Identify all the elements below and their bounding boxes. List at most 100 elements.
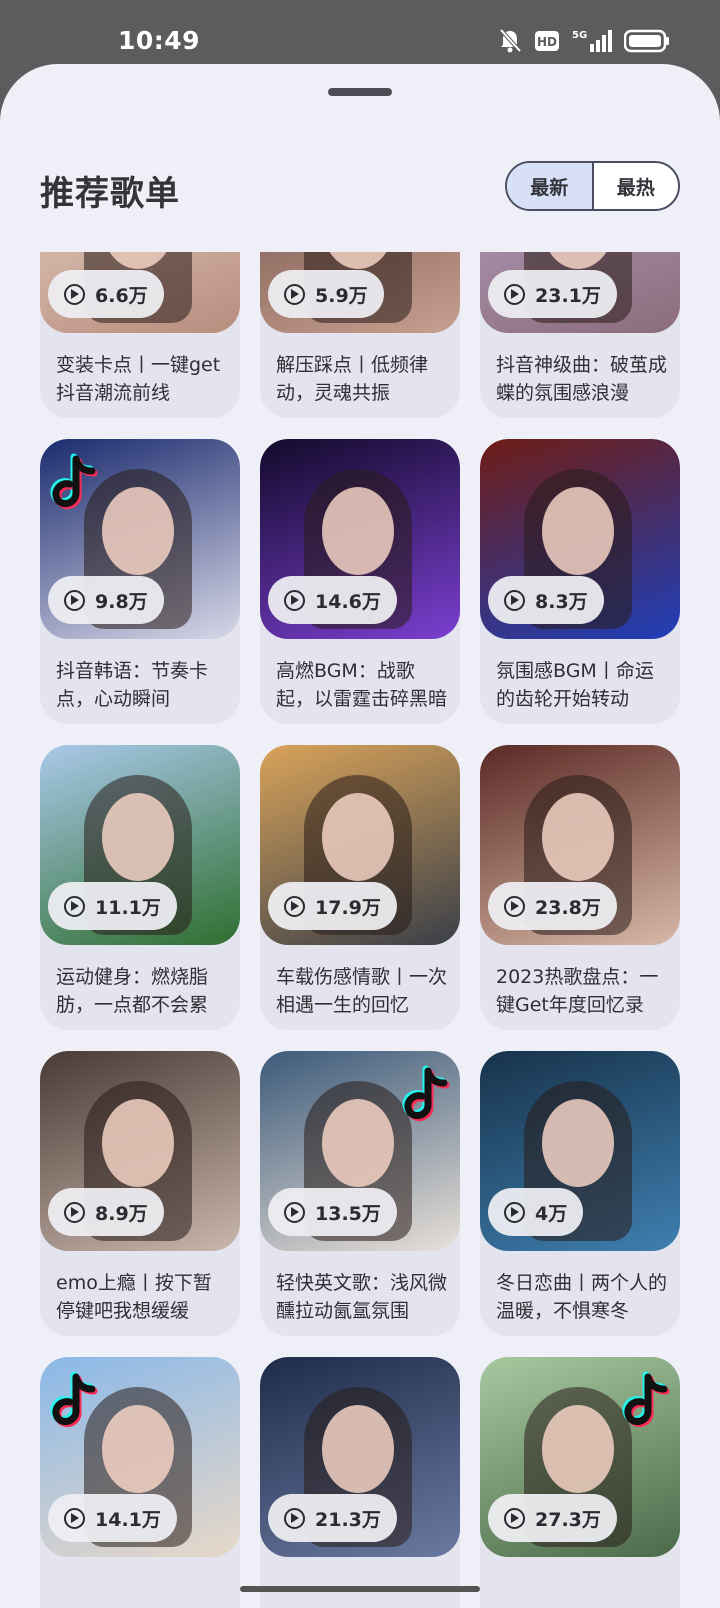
playlist-cover-image: 8.9万 [40,1051,240,1251]
playlist-card[interactable]: 17.9万车载伤感情歌丨一次相遇一生的回忆 [260,745,460,1030]
play-count-badge[interactable]: 23.8万 [488,882,617,930]
cover-face [102,1405,174,1493]
play-circle-icon [284,1507,305,1529]
bell-off-icon [499,28,522,53]
cover-face [542,793,614,881]
playlist-cover-image: 8.3万 [480,439,680,639]
cover-face [542,1405,614,1493]
playlist-cover-image: 11.1万 [40,745,240,945]
playlist-title: 抖音神级曲：破茧成蝶的氛围感浪漫 [496,354,668,404]
playlist-card[interactable]: 4万冬日恋曲丨两个人的温暖，不惧寒冬 [480,1051,680,1336]
play-circle-icon [504,283,525,305]
sort-option-hottest[interactable]: 最热 [594,163,679,209]
playlist-grid[interactable]: 6.6万 变装卡点丨一键get抖音潮流前线 5.9万 解压踩点丨低频律动，灵魂共振 23… [0,252,720,1608]
play-count-badge[interactable]: 21.3万 [268,1494,397,1542]
tiktok-logo-icon [50,1371,98,1427]
play-count: 8.9万 [95,1202,148,1225]
play-count-badge[interactable]: 27.3万 [488,1494,617,1542]
play-circle-icon [64,589,85,611]
playlist-cover-image: 23.8万 [480,745,680,945]
play-count-badge[interactable]: 13.5万 [268,1188,397,1236]
play-count-badge[interactable]: 6.6万 [48,270,164,318]
status-time: 10:49 [118,26,201,55]
play-count-badge[interactable]: 8.9万 [48,1188,164,1236]
playlist-title: 高燃BGM：战歌起，以雷霆击碎黑暗 [276,660,448,710]
playlist-card[interactable]: 27.3万 [480,1357,680,1608]
playlist-cover-image: 6.6万 [40,252,240,333]
play-count: 27.3万 [535,1508,601,1531]
cover-face [322,487,394,575]
playlist-card[interactable]: 13.5万 轻快英文歌：浅风微醺拉动氤氲氛围 [260,1051,460,1336]
play-circle-icon [284,1201,305,1223]
play-count-badge[interactable]: 8.3万 [488,576,604,624]
battery-icon [624,29,669,53]
cover-face [322,1405,394,1493]
play-circle-icon [284,589,305,611]
playlist-card[interactable]: 23.1万抖音神级曲：破茧成蝶的氛围感浪漫 [480,252,680,418]
sort-option-latest[interactable]: 最新 [507,163,594,209]
playlist-card[interactable]: 14.1万 [40,1357,240,1608]
playlist-card[interactable]: 8.3万氛围感BGM丨命运的齿轮开始转动 [480,439,680,724]
home-indicator[interactable] [240,1586,480,1592]
play-circle-icon [504,1201,525,1223]
play-circle-icon [284,895,305,917]
playlist-cover-image: 14.6万 [260,439,460,639]
play-count-badge[interactable]: 17.9万 [268,882,397,930]
playlist-title: 冬日恋曲丨两个人的温暖，不惧寒冬 [496,1272,668,1322]
play-count: 23.1万 [535,284,601,307]
playlist-title: 车载伤感情歌丨一次相遇一生的回忆 [276,966,448,1016]
playlist-card[interactable]: 14.6万高燃BGM：战歌起，以雷霆击碎黑暗 [260,439,460,724]
playlist-title: 抖音韩语：节奏卡点，心动瞬间 [56,660,209,710]
play-circle-icon [504,1507,525,1529]
playlist-card[interactable]: 8.9万 emo上瘾丨按下暂停键吧我想缓缓 [40,1051,240,1336]
playlist-cover-image: 13.5万 [260,1051,460,1251]
playlist-cover-image: 9.8万 [40,439,240,639]
playlist-cover-image: 4万 [480,1051,680,1251]
playlist-card[interactable]: 6.6万 变装卡点丨一键get抖音潮流前线 [40,252,240,418]
playlist-title: emo上瘾丨按下暂停键吧我想缓缓 [56,1272,212,1322]
play-count-badge[interactable]: 4万 [488,1188,584,1236]
cover-face [542,487,614,575]
playlist-cover-image: 17.9万 [260,745,460,945]
play-count-badge[interactable]: 11.1万 [48,882,177,930]
playlist-card[interactable]: 11.1万运动健身：燃烧脂肪，一点都不会累 [40,745,240,1030]
playlist-cover-image: 27.3万 [480,1357,680,1557]
playlist-title: 运动健身：燃烧脂肪，一点都不会累 [56,966,209,1016]
playlist-title: 解压踩点丨低频律动，灵魂共振 [276,354,429,404]
play-circle-icon [64,283,85,305]
playlist-title: 2023热歌盘点：一键Get年度回忆录 [496,966,659,1016]
play-count: 9.8万 [95,590,148,613]
play-count: 5.9万 [315,284,368,307]
tiktok-logo-icon [402,1065,450,1121]
svg-text:5G: 5G [572,30,587,41]
play-count-badge[interactable]: 14.6万 [268,576,397,624]
playlist-title: 氛围感BGM丨命运的齿轮开始转动 [496,660,654,710]
play-count: 4万 [535,1202,568,1225]
hd-icon: HD [535,31,559,51]
cover-face [322,793,394,881]
play-count: 8.3万 [535,590,588,613]
play-count-badge[interactable]: 23.1万 [488,270,617,318]
play-count-badge[interactable]: 14.1万 [48,1494,177,1542]
play-count-badge[interactable]: 9.8万 [48,576,164,624]
playlist-card[interactable]: 9.8万抖音韩语：节奏卡点，心动瞬间 [40,439,240,724]
playlist-card[interactable]: 21.3万 [260,1357,460,1608]
play-count: 6.6万 [95,284,148,307]
play-circle-icon [64,1201,85,1223]
play-count: 23.8万 [535,896,601,919]
playlist-cover-image: 5.9万 [260,252,460,333]
playlist-card[interactable]: 5.9万解压踩点丨低频律动，灵魂共振 [260,252,460,418]
play-count: 21.3万 [315,1508,381,1531]
sort-toggle[interactable]: 最新 最热 [505,161,680,211]
drag-handle[interactable] [328,88,392,96]
play-count: 13.5万 [315,1202,381,1225]
play-count: 14.1万 [95,1508,161,1531]
play-count: 14.6万 [315,590,381,613]
playlist-card[interactable]: 23.8万 2023热歌盘点：一键Get年度回忆录 [480,745,680,1030]
play-circle-icon [504,589,525,611]
cover-face [102,487,174,575]
cover-face [102,1099,174,1187]
cover-face [542,1099,614,1187]
play-count-badge[interactable]: 5.9万 [268,270,384,318]
svg-text:HD: HD [537,35,557,49]
